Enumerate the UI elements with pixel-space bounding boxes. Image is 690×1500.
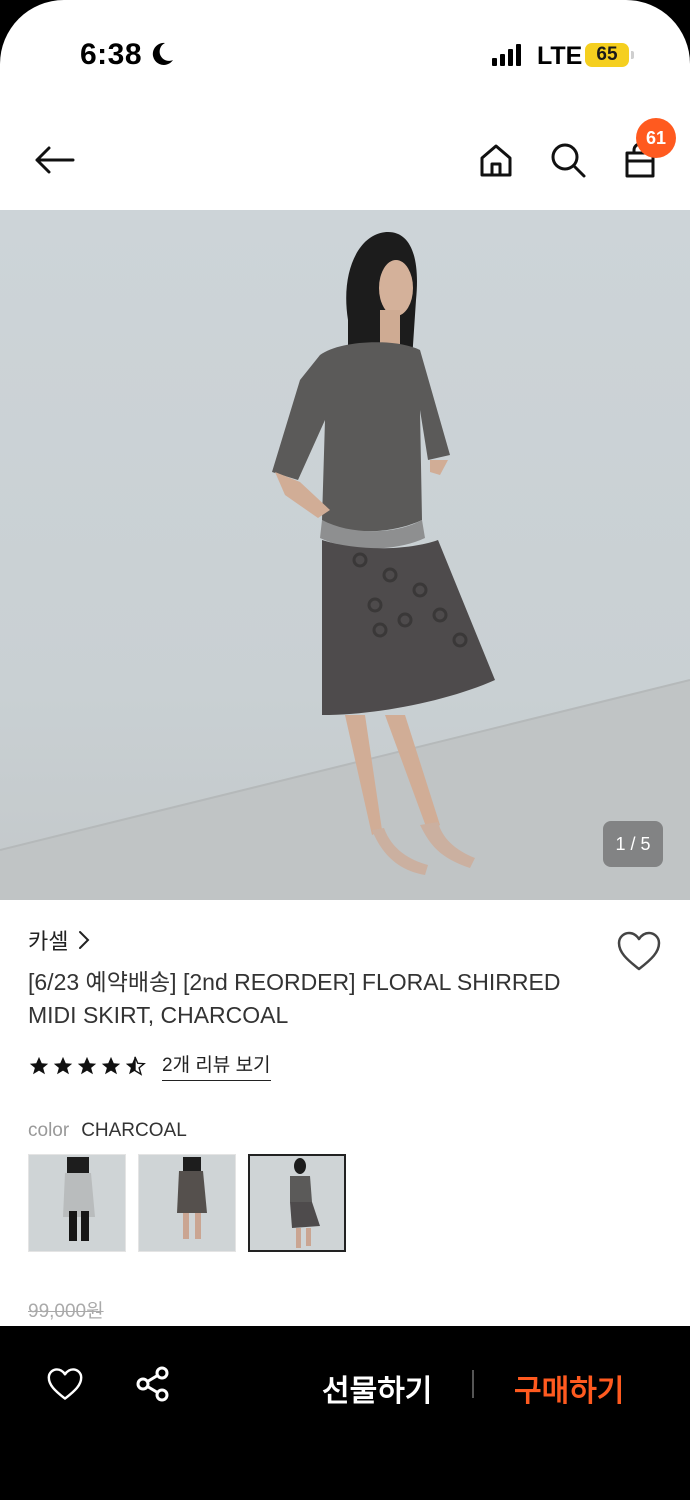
product-title: [6/23 예약배송] [2nd REORDER] FLORAL SHIRRED…: [28, 969, 561, 1028]
star-rating: [28, 1055, 146, 1077]
color-selector-label: color CHARCOAL: [28, 1120, 187, 1142]
buy-button[interactable]: 구매하기: [514, 1366, 624, 1410]
product-image[interactable]: [0, 210, 690, 900]
search-button[interactable]: [546, 138, 590, 182]
signal-icon: [492, 44, 521, 66]
model-photo: [0, 232, 690, 900]
half-star-icon: [125, 1056, 146, 1076]
rating-row: 2개 리뷰 보기: [28, 1050, 271, 1081]
network-label: LTE: [537, 42, 583, 70]
status-time: 6:38: [80, 38, 143, 71]
color-swatches: [28, 1154, 346, 1252]
search-icon: [551, 143, 586, 178]
divider: [472, 1370, 474, 1398]
swatch-thumbnail: [177, 1157, 207, 1239]
heart-icon: [617, 931, 661, 971]
image-counter: 1 / 5: [603, 821, 663, 867]
screen: 6:38 LTE 65 61 1 / 5 카셀 [6/23 예약배송] [2nd…: [0, 0, 690, 1500]
brand-link[interactable]: 카셀: [28, 924, 90, 956]
swatch-brown[interactable]: [138, 1154, 236, 1252]
brand-name: 카셀: [28, 929, 69, 954]
arrow-left-icon: [35, 146, 75, 174]
cart-count-badge: 61: [636, 118, 676, 158]
original-price: 99,000원: [28, 1301, 104, 1322]
home-icon: [480, 144, 512, 177]
nav-bar: [0, 110, 690, 210]
review-link[interactable]: 2개 리뷰 보기: [162, 1050, 271, 1081]
color-label: color: [28, 1120, 70, 1141]
moon-icon: [152, 42, 173, 65]
color-value: CHARCOAL: [81, 1120, 187, 1141]
wishlist-button[interactable]: [616, 930, 662, 972]
swatch-thumbnail: [290, 1158, 320, 1248]
star-icon: [53, 1056, 73, 1074]
battery-indicator: 65: [585, 43, 634, 67]
star-icon: [29, 1056, 49, 1074]
share-icon: [136, 1366, 169, 1402]
bottom-wishlist-button[interactable]: [43, 1362, 87, 1406]
swatch-charcoal[interactable]: [248, 1154, 346, 1252]
bottom-action-bar: 선물하기 구매하기: [0, 1326, 690, 1500]
home-button[interactable]: [474, 138, 518, 182]
share-button[interactable]: [131, 1362, 175, 1406]
gift-button[interactable]: 선물하기: [322, 1366, 432, 1410]
star-icon: [101, 1056, 121, 1074]
swatch-thumbnail: [63, 1157, 95, 1241]
swatch-light-gray[interactable]: [28, 1154, 126, 1252]
status-bar: 6:38 LTE 65: [0, 0, 690, 110]
star-icon: [77, 1056, 97, 1074]
back-button[interactable]: [32, 138, 76, 182]
chevron-right-icon: [79, 931, 90, 949]
heart-icon: [47, 1368, 83, 1400]
